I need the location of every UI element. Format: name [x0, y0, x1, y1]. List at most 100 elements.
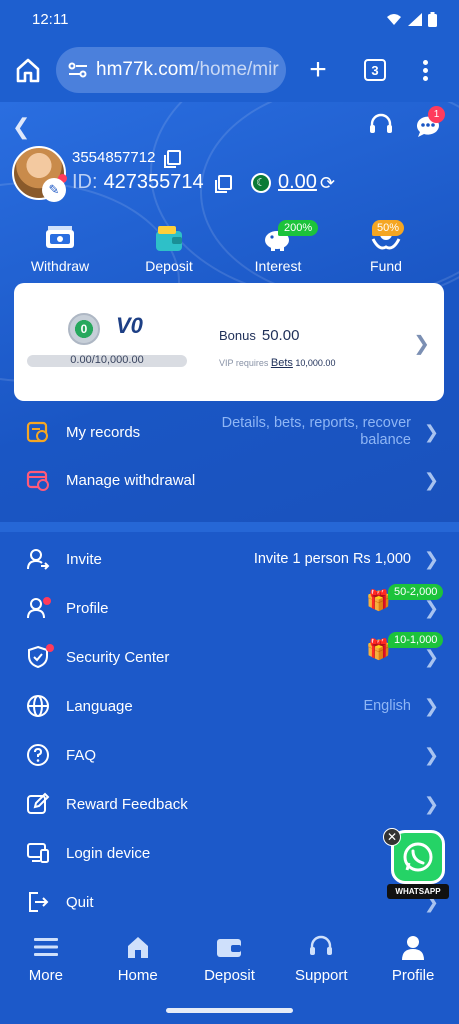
chevron-right-icon: ❯ — [423, 793, 439, 814]
withdraw-label: Withdraw — [30, 258, 90, 274]
edit-avatar-icon[interactable]: ✎ — [42, 178, 66, 202]
copy-id-icon[interactable] — [214, 175, 232, 193]
language-label: Language — [66, 697, 133, 715]
invite-hint: Invite 1 person Rs 1,000 — [253, 550, 411, 567]
nav-profile-label: Profile — [391, 966, 435, 984]
chevron-right-icon: ❯ — [423, 548, 439, 569]
wallet-balance[interactable]: 0.00 — [278, 171, 317, 194]
headset-icon — [308, 933, 334, 961]
invite-user-icon — [25, 546, 51, 572]
fund-rate-tag: 50% — [372, 220, 405, 236]
id-label: ID: — [72, 171, 98, 193]
security-center-label: Security Center — [66, 648, 170, 666]
nav-home[interactable]: Home — [92, 922, 184, 994]
invite-row[interactable]: Invite Invite 1 person Rs 1,000 ❯ — [0, 535, 459, 583]
status-time: 12:11 — [32, 10, 69, 28]
browser-toolbar: hm77k.com/home/mir + 3 — [0, 38, 459, 102]
profile-alert-dot — [43, 597, 51, 605]
my-records-row[interactable]: My records Details, bets, reports, recov… — [0, 408, 459, 456]
wifi-icon — [387, 13, 401, 25]
language-value: English — [363, 697, 411, 714]
notification-badge: 1 — [428, 106, 445, 123]
chevron-right-icon: ❯ — [423, 695, 439, 716]
nav-home-label: Home — [117, 966, 158, 984]
close-icon[interactable]: ✕ — [383, 828, 401, 846]
whatsapp-floating-button[interactable]: WHATSAPP ✕ — [383, 828, 449, 900]
records-icon — [25, 419, 51, 445]
vip-requirement: VIP requires Bets 10,000.00 — [219, 357, 335, 369]
vip-level-badge: 0 — [68, 313, 100, 345]
profile-icon — [401, 933, 425, 961]
my-records-label: My records — [66, 423, 141, 441]
bottom-navigation: More Home Deposit Support Profile — [0, 922, 459, 994]
user-id-row: ID: 427355714 — [72, 171, 232, 194]
language-row[interactable]: Language English ❯ — [0, 682, 459, 730]
vip-bonus: Bonus 50.00 — [219, 327, 299, 344]
url-bar[interactable]: hm77k.com/home/mir — [56, 47, 286, 93]
nav-support[interactable]: Support — [275, 922, 367, 994]
refresh-balance-icon[interactable]: ⟳ — [320, 173, 335, 194]
manage-withdrawal-row[interactable]: Manage withdrawal ❯ — [0, 456, 459, 504]
chevron-right-icon: ❯ — [423, 421, 439, 442]
account-header: ❮ 1 ✎ 3554857712 ID: 427355714 ☾ 0.00 ⟳ … — [0, 102, 459, 522]
nav-deposit-label: Deposit — [204, 966, 255, 984]
whatsapp-label: WHATSAPP — [387, 884, 449, 899]
vip-progress-text: 0.00/10,000.00 — [70, 354, 144, 366]
reward-feedback-label: Reward Feedback — [66, 795, 188, 813]
chevron-right-icon: ❯ — [423, 597, 439, 618]
interest-rate-tag: 200% — [278, 220, 319, 236]
reward-feedback-row[interactable]: Reward Feedback ❯ — [0, 780, 459, 828]
interest-label: Interest — [254, 258, 302, 274]
globe-icon — [25, 693, 51, 719]
customer-service-icon[interactable] — [368, 112, 394, 138]
nav-deposit[interactable]: Deposit — [184, 922, 276, 994]
status-icons — [386, 11, 437, 27]
browser-menu-icon[interactable] — [422, 59, 428, 81]
new-tab-icon[interactable]: + — [306, 55, 330, 85]
security-reward-tag: 10-1,000 — [388, 632, 444, 648]
menu-icon — [33, 933, 58, 961]
nav-more-label: More — [28, 966, 63, 984]
battery-icon — [428, 11, 437, 27]
nav-more[interactable]: More — [0, 922, 92, 994]
bonus-label: Bonus — [219, 328, 256, 343]
vip-requires-link[interactable]: Bets — [271, 357, 293, 369]
my-records-hint: Details, bets, reports, recover balance — [221, 415, 411, 448]
browser-home-icon[interactable] — [14, 56, 42, 84]
quick-action-deposit[interactable]: Deposit — [124, 222, 214, 274]
phone-number: 3554857712 — [72, 149, 156, 166]
tab-switcher-button[interactable]: 3 — [364, 59, 386, 81]
pakistan-flag-icon: ☾ — [251, 173, 271, 193]
deposit-label: Deposit — [145, 258, 193, 274]
quick-action-withdraw[interactable]: Withdraw — [15, 222, 105, 274]
withdraw-icon — [15, 222, 105, 254]
copy-phone-icon[interactable] — [164, 150, 182, 168]
security-alert-dot — [46, 644, 54, 652]
manage-withdrawal-icon — [25, 467, 51, 493]
home-icon — [125, 933, 151, 961]
profile-reward-tag: 50-2,000 — [388, 584, 444, 600]
chevron-right-icon: ❯ — [423, 744, 439, 765]
deposit-wallet-icon — [124, 222, 214, 254]
bonus-value: 50.00 — [261, 327, 300, 344]
chevron-right-icon: ❯ — [413, 333, 430, 355]
quit-label: Quit — [66, 893, 94, 911]
gesture-home-bar[interactable] — [166, 1008, 293, 1013]
login-device-label: Login device — [66, 844, 151, 862]
vip-card[interactable]: 0 V0 0.00/10,000.00 Bonus 50.00 VIP requi… — [14, 283, 444, 401]
site-settings-icon[interactable] — [68, 62, 88, 78]
devices-icon — [25, 840, 51, 866]
faq-label: FAQ — [66, 746, 97, 764]
chevron-right-icon: ❯ — [423, 646, 439, 667]
user-id: 427355714 — [103, 171, 204, 193]
back-chevron-icon[interactable]: ❮ — [12, 114, 30, 140]
vip-requires-value: 10,000.00 — [295, 358, 336, 368]
messages-button[interactable]: 1 — [415, 106, 445, 138]
fund-label: Fund — [370, 258, 402, 274]
faq-row[interactable]: FAQ ❯ — [0, 731, 459, 779]
question-circle-icon — [25, 742, 51, 768]
nav-profile[interactable]: Profile — [367, 922, 459, 994]
logout-icon — [25, 889, 51, 915]
profile-label: Profile — [66, 599, 109, 617]
wallet-icon — [215, 933, 243, 961]
